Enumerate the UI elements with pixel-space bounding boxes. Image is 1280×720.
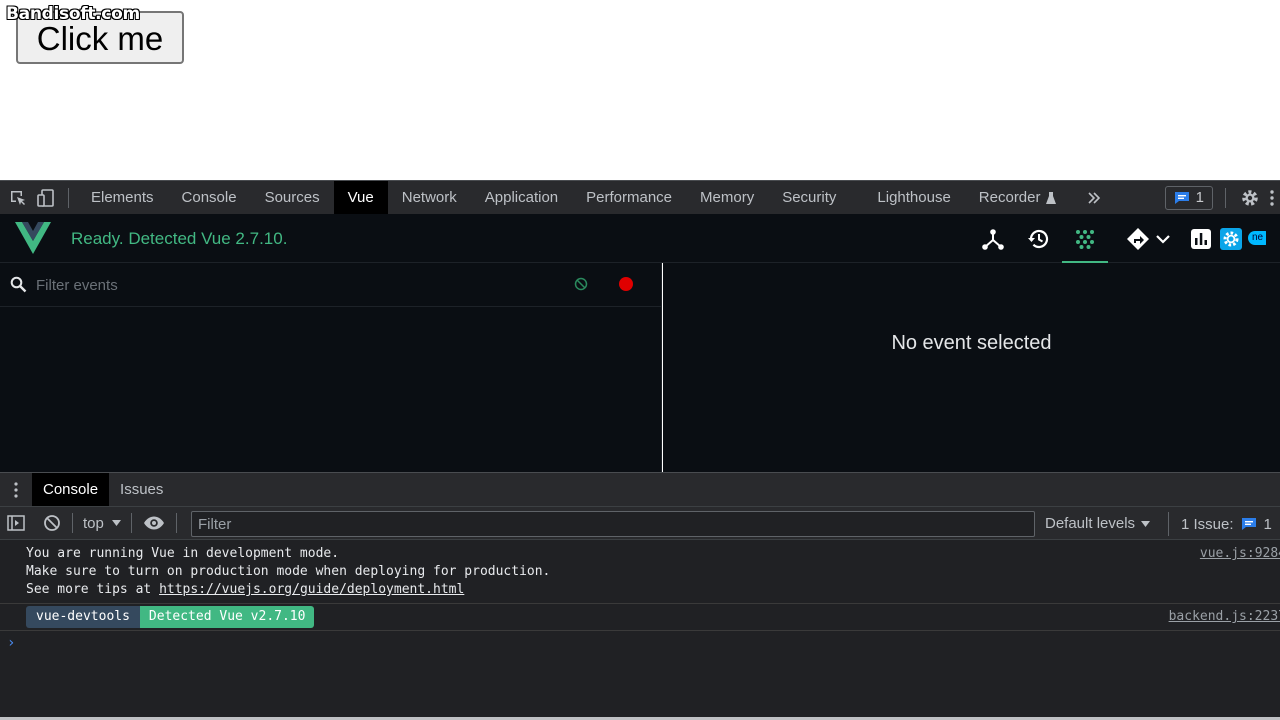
console-prompt[interactable]: › <box>7 635 15 651</box>
drawer-tabbar: Console Issues <box>0 472 1280 506</box>
dropdown-arrow-icon <box>111 520 121 526</box>
tab-performance[interactable]: Performance <box>572 181 686 214</box>
tab-recorder[interactable]: Recorder <box>965 181 1062 214</box>
inspect-element-icon[interactable] <box>4 181 32 214</box>
performance-chart-icon[interactable] <box>1186 214 1216 263</box>
detected-vue-badge: Detected Vue v2.7.10 <box>139 606 315 628</box>
dropdown-arrow-icon <box>1141 520 1151 527</box>
source-link[interactable]: vue.js:9284 <box>1200 545 1280 563</box>
tab-elements[interactable]: Elements <box>77 181 168 214</box>
console-message-line: You are running Vue in development mode. <box>26 546 340 561</box>
console-message-line: See more tips at https://vuejs.org/guide… <box>26 581 1280 599</box>
console-message: You are running Vue in development mode.… <box>0 540 1280 604</box>
context-select[interactable]: top <box>73 515 131 532</box>
console-message-line: Make sure to turn on production mode whe… <box>26 564 551 579</box>
drawer-tab-issues[interactable]: Issues <box>109 473 174 506</box>
new-badge[interactable]: ne <box>1246 214 1266 263</box>
tab-vue[interactable]: Vue <box>333 181 388 214</box>
events-filter-row <box>0 263 661 307</box>
message-icon <box>1241 518 1256 530</box>
console-filter-input[interactable] <box>191 511 1035 537</box>
divider <box>175 513 177 533</box>
tab-console[interactable]: Console <box>168 181 251 214</box>
vue-devtools-header: Ready. Detected Vue 2.7.10. ne <box>0 214 1280 263</box>
tab-sources[interactable]: Sources <box>251 181 334 214</box>
clear-events-icon[interactable] <box>574 277 588 291</box>
device-toolbar-icon[interactable] <box>32 181 60 214</box>
console-toolbar: top Default levels 1 Issue: 1 <box>0 506 1280 540</box>
show-sidebar-icon[interactable] <box>0 507 32 539</box>
new-badge-text: ne <box>1248 231 1266 245</box>
live-expression-eye-icon[interactable] <box>132 507 176 539</box>
tab-lighthouse[interactable]: Lighthouse <box>863 181 964 214</box>
filter-events-input[interactable] <box>36 275 536 295</box>
history-icon[interactable] <box>1016 214 1062 263</box>
search-icon <box>10 276 27 293</box>
log-levels-label: Default levels <box>1045 515 1136 532</box>
issues-counter[interactable]: 1 Issue: 1 <box>1168 512 1272 536</box>
divider <box>1225 187 1226 208</box>
vue-status-text: Ready. Detected Vue 2.7.10. <box>71 229 288 248</box>
issues-chip-count: 1 <box>1195 189 1204 206</box>
record-icon[interactable] <box>619 277 633 291</box>
settings-gear-icon[interactable] <box>1236 181 1264 214</box>
drawer-menu-icon[interactable] <box>0 473 32 506</box>
source-link[interactable]: backend.js:2237 <box>1169 608 1280 626</box>
issues-chip[interactable]: 1 <box>1164 185 1213 210</box>
devtools-tabbar: Elements Console Sources Vue Network App… <box>0 180 1280 214</box>
routes-dropdown[interactable] <box>1118 214 1178 263</box>
issues-counter-label: 1 Issue: <box>1181 515 1234 533</box>
tab-network[interactable]: Network <box>388 181 471 214</box>
console-message: vue-devtools Detected Vue v2.7.10 backend… <box>0 604 1280 631</box>
tab-recorder-label: Recorder <box>978 189 1041 206</box>
drawer-tab-console[interactable]: Console <box>32 473 110 506</box>
vue-logo-icon <box>15 222 51 254</box>
events-pane <box>0 263 662 472</box>
clear-console-icon[interactable] <box>32 507 72 539</box>
chevron-down-icon <box>1156 234 1170 244</box>
deployment-guide-link[interactable]: https://vuejs.org/guide/deployment.html <box>159 582 464 597</box>
console-message-text: See more tips at <box>26 582 160 597</box>
divider <box>68 187 69 208</box>
components-tree-icon[interactable] <box>970 214 1016 263</box>
log-levels-dropdown[interactable]: Default levels <box>1045 515 1151 532</box>
message-icon <box>1174 191 1189 204</box>
vue-toolbar: ne <box>970 214 1266 263</box>
page-content: Bandisoft.com Click me <box>0 0 1280 180</box>
no-event-message: No event selected <box>891 332 1052 354</box>
console-output: You are running Vue in development mode.… <box>0 540 1280 720</box>
experiment-flask-icon <box>1045 191 1056 204</box>
event-detail-pane: No event selected <box>663 263 1280 472</box>
vue-devtools-badge: vue-devtools <box>26 606 140 628</box>
context-value: top <box>83 514 104 532</box>
tab-security[interactable]: Security <box>768 181 863 214</box>
watermark: Bandisoft.com <box>6 4 140 24</box>
more-options-icon[interactable] <box>1264 181 1280 214</box>
settings-icon[interactable] <box>1216 214 1246 263</box>
more-tabs-icon[interactable] <box>1080 181 1108 214</box>
routing-icon <box>1127 227 1149 250</box>
timeline-icon[interactable] <box>1062 214 1108 263</box>
tab-application[interactable]: Application <box>471 181 572 214</box>
issues-counter-value: 1 <box>1263 515 1272 533</box>
tab-memory[interactable]: Memory <box>686 181 768 214</box>
